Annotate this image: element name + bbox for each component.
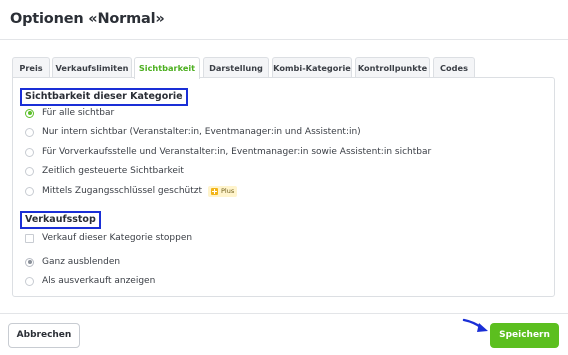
option-label: Mittels Zugangsschlüssel geschützt: [42, 186, 203, 196]
radio-unselected[interactable]: [25, 147, 34, 157]
radio-unselected[interactable]: [25, 166, 34, 176]
pointer-arrow-icon: [462, 318, 488, 332]
tab-kontrollpunkte[interactable]: Kontrollpunkte: [355, 57, 430, 78]
save-button[interactable]: Speichern: [490, 323, 559, 348]
options-dialog: Optionen «Normal» Preis Verkaufslimiten …: [0, 0, 568, 355]
option-label: Ganz ausblenden: [42, 257, 121, 267]
radio-option-sold-out[interactable]: Als ausverkauft anzeigen: [25, 274, 155, 288]
radio-option-access-key[interactable]: Mittels Zugangsschlüssel geschützt Plus: [25, 184, 238, 198]
tab-darstellung[interactable]: Darstellung: [203, 57, 269, 78]
checkbox-stop-sales[interactable]: Verkauf dieser Kategorie stoppen: [25, 231, 192, 245]
tab-kombi-kategorie[interactable]: Kombi-Kategorie: [272, 57, 352, 78]
radio-selected[interactable]: [25, 108, 34, 118]
radio-selected-disabled[interactable]: [25, 257, 34, 267]
visibility-heading: Sichtbarkeit dieser Kategorie: [20, 88, 188, 106]
tab-verkaufslimiten[interactable]: Verkaufslimiten: [52, 57, 132, 78]
option-label: Nur intern sichtbar (Veranstalter:in, Ev…: [42, 127, 361, 137]
radio-option-all-visible[interactable]: Für alle sichtbar: [25, 106, 114, 120]
radio-unselected[interactable]: [25, 127, 34, 137]
tab-preis[interactable]: Preis: [12, 57, 50, 78]
dialog-title: Optionen «Normal»: [10, 11, 165, 27]
option-label: Zeitlich gesteuerte Sichtbarkeit: [42, 166, 184, 176]
cancel-button[interactable]: Abbrechen: [8, 323, 80, 348]
tab-codes[interactable]: Codes: [433, 57, 475, 78]
tab-sichtbarkeit[interactable]: Sichtbarkeit: [134, 57, 200, 79]
checkbox[interactable]: [25, 233, 34, 243]
plus-badge-label: Plus: [221, 187, 235, 195]
radio-option-internal[interactable]: Nur intern sichtbar (Veranstalter:in, Ev…: [25, 125, 361, 139]
dialog-header: Optionen «Normal»: [0, 0, 568, 40]
radio-unselected[interactable]: [25, 186, 34, 196]
radio-option-hide[interactable]: Ganz ausblenden: [25, 255, 120, 269]
radio-unselected[interactable]: [25, 276, 34, 286]
plus-icon: [211, 187, 219, 195]
radio-option-presale[interactable]: Für Vorverkaufsstelle und Veranstalter:i…: [25, 145, 431, 159]
plus-badge: Plus: [208, 185, 238, 197]
option-label: Für Vorverkaufsstelle und Veranstalter:i…: [42, 147, 432, 157]
checkbox-label: Verkauf dieser Kategorie stoppen: [42, 233, 193, 243]
sales-stop-heading: Verkaufsstop: [20, 211, 101, 229]
radio-option-timed[interactable]: Zeitlich gesteuerte Sichtbarkeit: [25, 164, 184, 178]
option-label: Für alle sichtbar: [42, 108, 115, 118]
option-label: Als ausverkauft anzeigen: [42, 276, 156, 286]
